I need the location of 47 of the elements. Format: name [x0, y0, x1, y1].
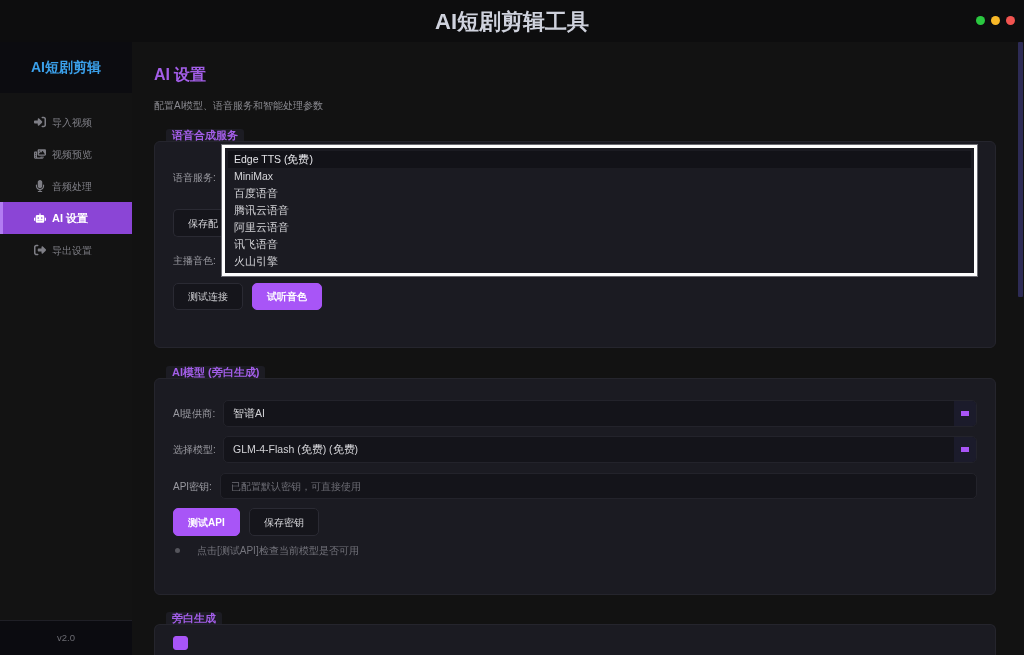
scrollbar-thumb[interactable]	[1018, 42, 1023, 297]
checkbox[interactable]	[173, 636, 188, 650]
dropdown-option[interactable]: 阿里云语音	[228, 219, 971, 236]
bar-icon	[961, 411, 969, 416]
page-subtitle: 配置AI模型、语音服务和智能处理参数	[154, 99, 324, 112]
dropdown-option[interactable]: 腾讯云语音	[228, 202, 971, 219]
input-field[interactable]: 已配置默认密钥，可直接使用	[220, 473, 977, 499]
bar-icon	[961, 447, 969, 452]
secondary-button[interactable]: 保存密钥	[248, 508, 319, 536]
secondary-button[interactable]: 测试连接	[173, 283, 243, 310]
save-config-button[interactable]: 保存配	[173, 209, 222, 237]
field-label: 选择模型:	[173, 443, 217, 457]
sidebar-item[interactable]: 视频预览	[0, 138, 132, 170]
hint-text: 点击[测试API]检查当前模型是否可用	[197, 544, 359, 557]
dropdown-option[interactable]: Edge TTS (免费)	[228, 151, 971, 168]
sidebar-item[interactable]: 导入视频	[0, 106, 132, 138]
field-label: 语音服务:	[173, 170, 217, 185]
select-field[interactable]: 智谱AI	[223, 400, 977, 427]
sidebar-item[interactable]: 导出设置	[0, 234, 132, 266]
primary-button[interactable]: 试听音色	[252, 283, 322, 310]
sidebar-item[interactable]: 音频处理	[0, 170, 132, 202]
dropdown-option[interactable]: 讯飞语音	[228, 236, 971, 253]
bullet-dot-icon	[175, 548, 180, 553]
dropdown-option[interactable]: MiniMax	[228, 168, 971, 185]
brand-title: AI短剧剪辑	[31, 58, 101, 77]
dropdown-option[interactable]: 百度语音	[228, 185, 971, 202]
select-value: 智谱AI	[233, 405, 265, 421]
microphone-icon	[34, 180, 46, 192]
film-photo-icon	[34, 148, 46, 160]
field-label: AI提供商:	[173, 407, 217, 421]
select-field[interactable]: GLM-4-Flash (免费) (免费)	[223, 436, 977, 463]
primary-button[interactable]: 测试API	[173, 508, 240, 536]
section-legend: AI模型 (旁白生成)	[166, 366, 266, 378]
dropdown-option[interactable]: 火山引擎	[228, 253, 971, 270]
sidebar-item[interactable]: AI 设置	[0, 202, 132, 234]
sign-out-icon	[34, 244, 46, 256]
sign-in-icon	[34, 116, 46, 128]
robot-icon	[34, 212, 46, 224]
select-value: GLM-4-Flash (免费) (免费)	[233, 441, 359, 457]
section-legend: 旁白生成	[166, 612, 222, 624]
version-label: v2.0	[57, 630, 75, 645]
section-legend: 语音合成服务	[166, 129, 244, 141]
field-label: 主播音色:	[173, 253, 217, 268]
field-label: API密钥:	[173, 479, 213, 494]
dropdown-list[interactable]: Edge TTS (免费) MiniMax 百度语音 腾讯云语音 阿里云语音 讯飞语音 火山引擎	[222, 145, 977, 276]
page-title: AI 设置	[154, 65, 207, 85]
window-title: AI短剧剪辑工具	[435, 7, 589, 36]
